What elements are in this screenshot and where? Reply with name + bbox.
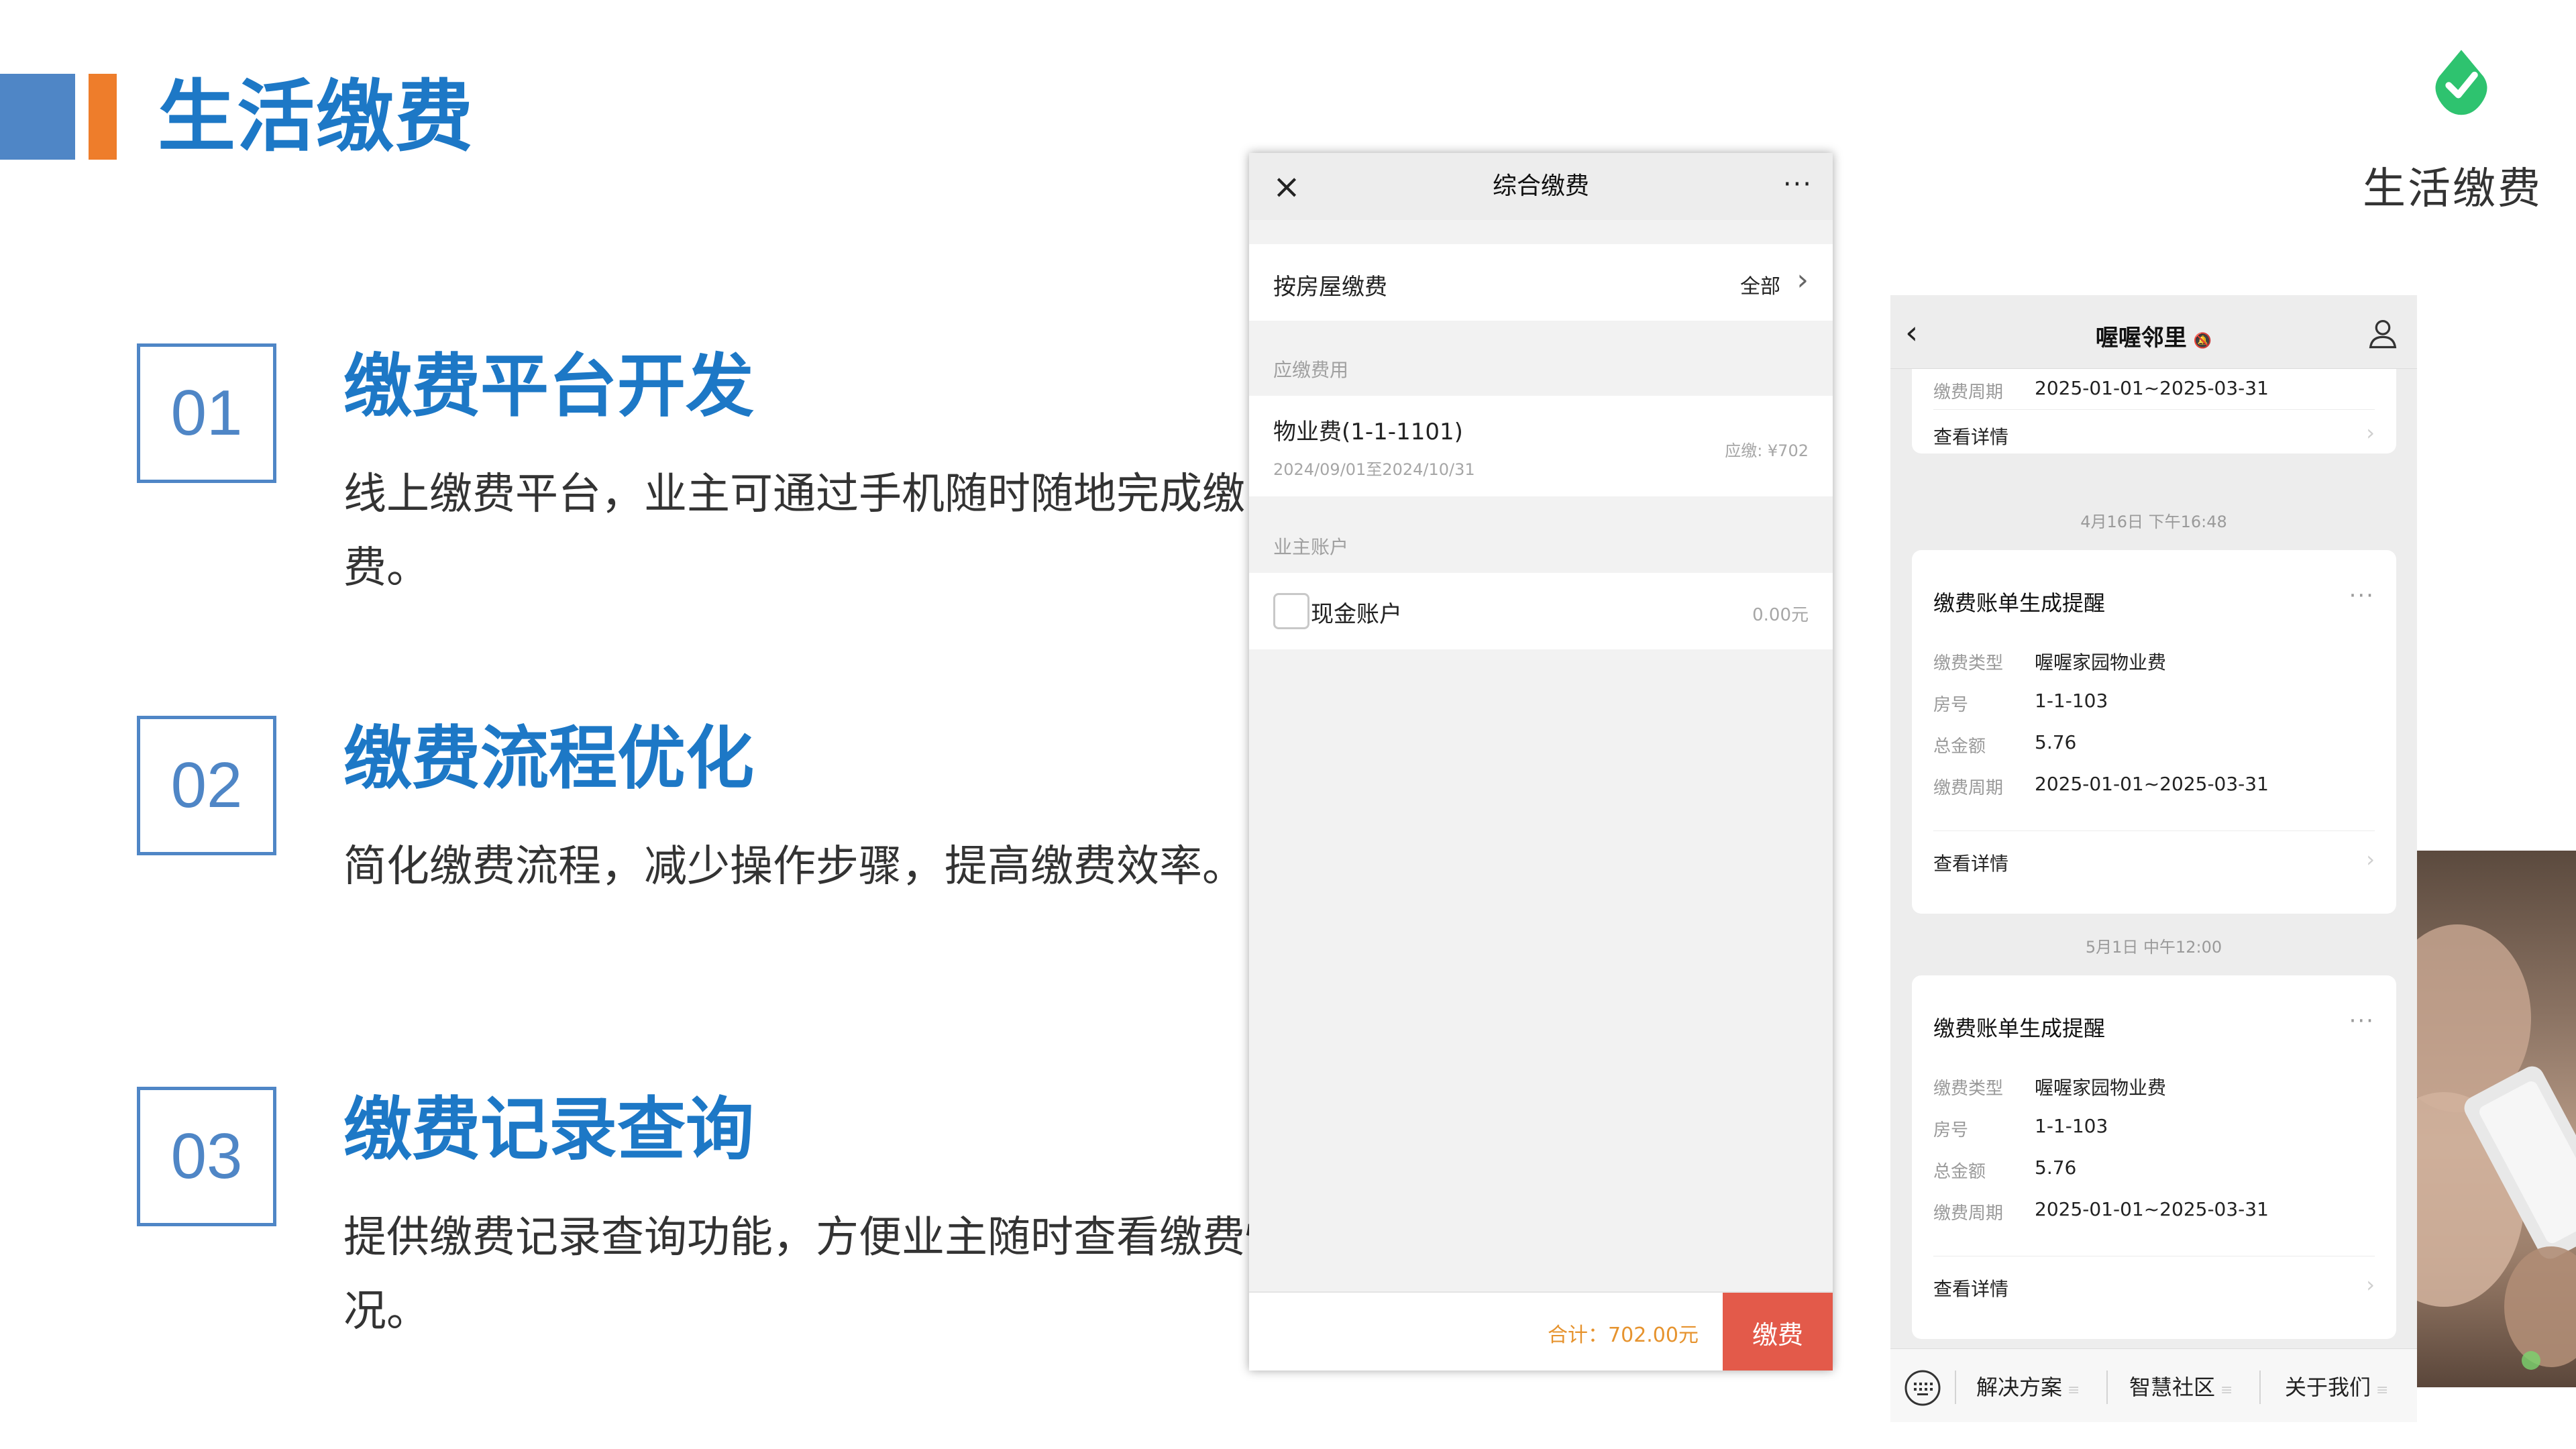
chevron-right-icon: › <box>2366 420 2375 445</box>
feature-number: 03 <box>137 1087 276 1226</box>
menu-item-smart-community[interactable]: 智慧社区 ≡ <box>2129 1371 2233 1401</box>
account-section-header: 业主账户 <box>1273 536 1349 558</box>
menu-divider <box>2106 1371 2108 1404</box>
card-field-key: 缴费周期 <box>1933 382 2004 402</box>
pay-button[interactable]: 缴费 <box>1723 1293 1833 1371</box>
house-payment-label: 按房屋缴费 <box>1273 274 1387 301</box>
house-filter-value: 全部 <box>1740 275 1780 299</box>
menu-divider <box>1955 1371 1956 1404</box>
fee-item-name: 物业费(1-1-1101) <box>1273 419 1463 445</box>
fees-section-header: 应缴费用 <box>1273 359 1349 381</box>
card-field-key: 总金额 <box>1933 1162 1986 1182</box>
chevron-right-icon: › <box>2366 1272 2375 1297</box>
chevron-right-icon: › <box>1796 263 1809 297</box>
nav-title: 综合缴费 <box>1492 172 1589 200</box>
chat-phone-screen: ‹ 喔喔邻里 🔕 缴费周期 2025-01-01~2025-03-31 查看详情 … <box>1890 295 2417 1422</box>
bill-reminder-card: 缴费账单生成提醒 ··· 缴费类型 喔喔家园物业费 房号 1-1-103 总金额… <box>1912 975 2396 1339</box>
nav-bar: ‹ 喔喔邻里 🔕 <box>1890 295 2417 369</box>
chat-title-text: 喔喔邻里 <box>2095 325 2187 352</box>
bottom-menu-bar: 解决方案 ≡ 智慧社区 ≡ 关于我们 ≡ <box>1890 1348 2417 1422</box>
bill-reminder-card: 缴费账单生成提醒 ··· 缴费类型 喔喔家园物业费 房号 1-1-103 总金额… <box>1912 550 2396 914</box>
fee-item-due: 应缴: ¥702 <box>1725 441 1809 460</box>
card-title: 缴费账单生成提醒 <box>1933 1016 2106 1041</box>
brand-text: 生活缴费 <box>2363 164 2542 214</box>
feature-title: 缴费平台开发 <box>343 347 754 427</box>
hand-holding-phone-photo <box>2417 851 2576 1387</box>
card-divider <box>1933 830 2375 831</box>
chevron-right-icon: › <box>2366 847 2375 872</box>
message-timestamp: 4月16日 下午16:48 <box>2080 513 2227 531</box>
view-details-link[interactable]: 查看详情 <box>1933 849 2008 876</box>
card-field-value: 喔喔家园物业费 <box>2035 651 2167 674</box>
menu-item-label: 关于我们 <box>2285 1375 2371 1400</box>
account-label: 现金账户 <box>1311 601 1402 628</box>
menu-list-icon: ≡ <box>2068 1382 2080 1399</box>
card-field-key: 缴费类型 <box>1933 653 2004 674</box>
feature-description: 线上缴费平台，业主可通过手机随时随地完成缴费。 <box>343 470 1245 593</box>
slide-title: 生活缴费 <box>158 72 474 162</box>
view-details-link[interactable]: 查看详情 <box>1933 423 2008 449</box>
account-checkbox[interactable] <box>1273 593 1309 629</box>
card-divider <box>1933 409 2375 410</box>
brand-logo: 生活缴费 <box>2334 47 2576 228</box>
card-field-key: 缴费周期 <box>1933 778 2004 798</box>
menu-list-icon: ≡ <box>2220 1382 2233 1399</box>
card-field-key: 房号 <box>1933 695 1969 715</box>
feature-item-2: 02 缴费流程优化 简化缴费流程，减少操作步骤，提高缴费效率。 <box>134 716 1245 984</box>
fee-item-period: 2024/09/01至2024/10/31 <box>1273 460 1475 479</box>
chat-title: 喔喔邻里 🔕 <box>1890 319 2417 352</box>
card-field-value: 喔喔家园物业费 <box>2035 1077 2167 1099</box>
card-field-key: 缴费类型 <box>1933 1079 2004 1099</box>
menu-list-icon: ≡ <box>2376 1382 2389 1399</box>
account-item[interactable]: 现金账户 0.00元 <box>1249 573 1833 649</box>
more-icon[interactable]: ··· <box>1783 168 1813 201</box>
feature-number: 02 <box>137 716 276 855</box>
card-title: 缴费账单生成提醒 <box>1933 590 2106 616</box>
person-icon[interactable] <box>2365 315 2401 352</box>
menu-item-label: 智慧社区 <box>2129 1375 2216 1400</box>
header-accent-bar-orange <box>89 74 117 160</box>
feature-number: 01 <box>137 343 276 483</box>
menu-item-label: 解决方案 <box>1976 1375 2063 1400</box>
payment-footer: 合计：702.00元 缴费 <box>1249 1291 1833 1371</box>
more-icon[interactable]: ··· <box>2349 1008 2375 1034</box>
feature-description: 提供缴费记录查询功能，方便业主随时查看缴费情况。 <box>343 1213 1288 1336</box>
card-field-value: 1-1-103 <box>2035 1115 2108 1137</box>
view-details-link[interactable]: 查看详情 <box>1933 1275 2008 1301</box>
card-field-key: 总金额 <box>1933 737 1986 757</box>
photo-illustration <box>2417 924 2576 1370</box>
card-field-key: 房号 <box>1933 1120 1969 1140</box>
checkmark-shield-icon <box>2435 50 2487 115</box>
header-accent-bar-blue <box>0 74 75 160</box>
house-payment-row[interactable]: 按房屋缴费 全部 › <box>1249 244 1833 321</box>
feature-title: 缴费流程优化 <box>343 719 754 799</box>
feature-item-1: 01 缴费平台开发 线上缴费平台，业主可通过手机随时随地完成缴费。 <box>134 343 1245 612</box>
more-icon[interactable]: ··· <box>2349 582 2375 609</box>
mute-icon: 🔕 <box>2193 333 2212 350</box>
feature-title: 缴费记录查询 <box>343 1090 754 1170</box>
card-field-value: 2025-01-01~2025-03-31 <box>2035 377 2269 399</box>
message-timestamp: 5月1日 中午12:00 <box>2085 938 2222 957</box>
fee-item[interactable]: 物业费(1-1-1101) 2024/09/01至2024/10/31 应缴: … <box>1249 396 1833 496</box>
feature-item-3: 03 缴费记录查询 提供缴费记录查询功能，方便业主随时查看缴费情况。 <box>134 1087 1288 1355</box>
account-balance: 0.00元 <box>1752 605 1809 625</box>
card-field-value: 2025-01-01~2025-03-31 <box>2035 773 2269 795</box>
menu-divider <box>2259 1371 2261 1404</box>
card-field-value: 5.76 <box>2035 731 2077 753</box>
feature-description: 简化缴费流程，减少操作步骤，提高缴费效率。 <box>343 842 1245 892</box>
menu-item-solutions[interactable]: 解决方案 ≡ <box>1976 1371 2080 1401</box>
payment-phone-screen: × 综合缴费 ··· 按房屋缴费 全部 › 应缴费用 物业费(1-1-1101)… <box>1249 153 1833 1371</box>
nav-bar: × 综合缴费 ··· <box>1249 153 1833 220</box>
keyboard-icon[interactable] <box>1904 1369 1941 1407</box>
payment-total: 合计：702.00元 <box>1548 1324 1699 1347</box>
card-field-key: 缴费周期 <box>1933 1203 2004 1224</box>
card-field-value: 5.76 <box>2035 1157 2077 1179</box>
card-field-value: 1-1-103 <box>2035 690 2108 712</box>
card-field-value: 2025-01-01~2025-03-31 <box>2035 1198 2269 1220</box>
menu-item-about-us[interactable]: 关于我们 ≡ <box>2285 1371 2388 1401</box>
